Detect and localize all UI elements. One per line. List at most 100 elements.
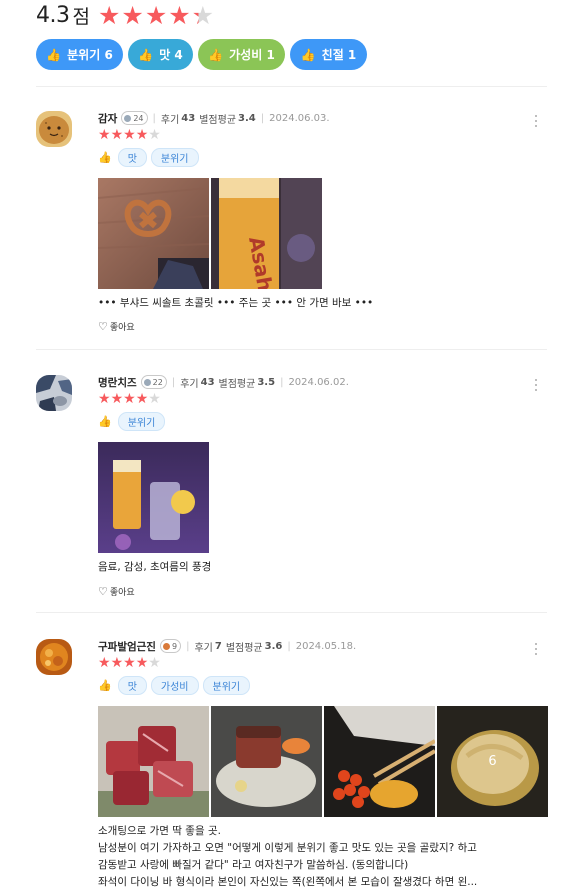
avg-value: 3.4 xyxy=(238,112,256,124)
review-text-line: 남성분이 여기 가자하고 오면 "어떻게 이렇게 분위기 좋고 맛도 있는 곳을… xyxy=(98,842,477,854)
reviewer-name[interactable]: 명란치즈 xyxy=(98,375,137,390)
thumbs-up-icon: 👍 xyxy=(138,47,154,62)
review-photo[interactable] xyxy=(98,178,209,289)
reviews-label: 후기 xyxy=(194,642,213,654)
keyword-filter-chips: 👍 분위기 6 👍 맛 4 👍 가성비 1 👍 친절 1 xyxy=(36,39,372,70)
score-unit: 점 xyxy=(72,5,90,28)
thumbs-up-icon: 👍 xyxy=(98,151,112,164)
review-photo[interactable]: 6 xyxy=(437,706,548,817)
star-icon: ★ xyxy=(148,127,161,143)
reviews-count: 7 xyxy=(214,640,222,652)
like-button[interactable]: ♡ 좋아요 xyxy=(98,320,135,333)
avg-value: 3.5 xyxy=(257,376,276,388)
thumbs-up-icon: 👍 xyxy=(98,679,112,692)
review-photo[interactable] xyxy=(324,706,435,817)
chip-label: 가성비 1 xyxy=(229,48,275,62)
divider xyxy=(36,612,547,613)
chip-label: 분위기 6 xyxy=(67,48,113,62)
star-icon: ★ xyxy=(123,655,136,671)
star-icon: ★ xyxy=(148,391,161,407)
reviews-label: 후기 xyxy=(180,378,199,390)
tag: 맛 xyxy=(117,676,147,695)
level-icon xyxy=(162,642,170,650)
level-badge: 22 xyxy=(140,375,167,389)
tag: 맛 xyxy=(117,148,147,167)
more-options-icon[interactable] xyxy=(535,379,538,394)
more-photos-count[interactable]: 6 xyxy=(437,706,548,817)
level-value: 9 xyxy=(171,641,178,651)
like-button[interactable]: ♡ 좋아요 xyxy=(98,585,135,598)
review-photo[interactable] xyxy=(98,442,209,553)
average-score: 4.3 xyxy=(36,2,70,28)
chip-kindness[interactable]: 👍 친절 1 xyxy=(290,39,367,70)
review-date: 2024.06.02. xyxy=(288,376,349,388)
level-icon xyxy=(143,378,151,386)
review-meta: 감자 24 | 후기 43 별점평균 3.4 | 2024.06.03. xyxy=(98,111,330,126)
chip-taste[interactable]: 👍 맛 4 xyxy=(128,39,193,70)
review-date: 2024.06.03. xyxy=(269,112,330,124)
chip-atmosphere[interactable]: 👍 분위기 6 xyxy=(36,39,123,70)
summary-stars: ★ ★ ★ ★ ★ xyxy=(98,3,215,28)
star-icon: ★ xyxy=(123,391,136,407)
star-icon: ★ xyxy=(98,391,111,407)
avatar[interactable] xyxy=(36,375,72,411)
star-icon: ★ xyxy=(98,127,111,143)
review-photo[interactable] xyxy=(211,706,322,817)
star-icon: ★ xyxy=(135,655,149,671)
heart-icon: ♡ xyxy=(98,585,108,598)
star-icon: ★ xyxy=(121,0,144,30)
thumbs-up-icon: 👍 xyxy=(300,47,316,62)
like-label: 좋아요 xyxy=(109,323,135,333)
tag: 분위기 xyxy=(150,148,199,167)
more-options-icon[interactable] xyxy=(535,643,538,658)
level-icon xyxy=(124,114,132,122)
more-options-icon[interactable] xyxy=(535,115,538,130)
like-label: 좋아요 xyxy=(109,588,135,598)
review-photo[interactable]: Asahi xyxy=(211,178,322,289)
review-text: 음료, 감성, 초여름의 풍경 xyxy=(98,561,212,573)
review-tags: 👍 맛 가성비 분위기 xyxy=(98,676,254,695)
reviews-page: 4.3 점 ★ ★ ★ ★ ★ 👍 분위기 6 👍 맛 4 👍 가성비 1 👍 친절 1 xyxy=(0,0,584,892)
divider xyxy=(36,86,547,87)
star-icon: ★ xyxy=(135,127,149,143)
level-value: 24 xyxy=(133,113,144,123)
reviewer-name[interactable]: 구파발엄근진 xyxy=(98,639,156,654)
star-icon: ★ xyxy=(98,655,111,671)
star-icon: ★ xyxy=(123,127,136,143)
review-meta: 구파발엄근진 9 | 후기 7 별점평균 3.6 | 2024.05.18. xyxy=(98,639,357,654)
review-photo[interactable] xyxy=(98,706,209,817)
star-icon: ★ xyxy=(110,391,124,407)
star-icon: ★ xyxy=(148,655,161,671)
review-date: 2024.05.18. xyxy=(295,640,357,652)
star-icon: ★ xyxy=(110,127,124,143)
review-stars: ★ ★ ★ ★ ★ xyxy=(98,392,161,406)
reviews-count: 43 xyxy=(200,376,215,388)
review-photos: 6 xyxy=(98,706,550,817)
avg-label: 별점평균 xyxy=(225,642,263,654)
chip-label: 친절 1 xyxy=(321,48,357,62)
review-tags: 👍 분위기 xyxy=(98,412,169,431)
reviewer-name[interactable]: 감자 xyxy=(98,111,117,126)
tag: 분위기 xyxy=(117,412,166,431)
star-icon: ★ xyxy=(144,0,168,30)
rating-summary: 4.3 점 ★ ★ ★ ★ ★ xyxy=(36,0,215,30)
reviews-count: 43 xyxy=(181,112,196,124)
tag: 가성비 xyxy=(150,676,199,695)
star-icon: ★ xyxy=(191,0,215,30)
thumbs-up-icon: 👍 xyxy=(98,415,112,428)
star-icon: ★ xyxy=(168,0,191,30)
avg-label: 별점평균 xyxy=(199,114,237,126)
avatar[interactable] xyxy=(36,111,72,147)
tag: 분위기 xyxy=(202,676,251,695)
review-text-line: 감동받고 사랑에 빠질거 같다" 라고 여자친구가 말씀하심. (동의합니다) xyxy=(98,859,409,871)
review-photos: Asahi xyxy=(98,178,324,289)
chip-value[interactable]: 👍 가성비 1 xyxy=(198,39,285,70)
review-photos xyxy=(98,442,211,553)
avatar[interactable] xyxy=(36,639,72,675)
star-icon: ★ xyxy=(97,0,121,30)
thumbs-up-icon: 👍 xyxy=(46,47,62,62)
review-stars: ★ ★ ★ ★ ★ xyxy=(98,128,161,142)
thumbs-up-icon: 👍 xyxy=(208,47,224,62)
divider xyxy=(36,349,547,350)
star-icon: ★ xyxy=(135,391,149,407)
